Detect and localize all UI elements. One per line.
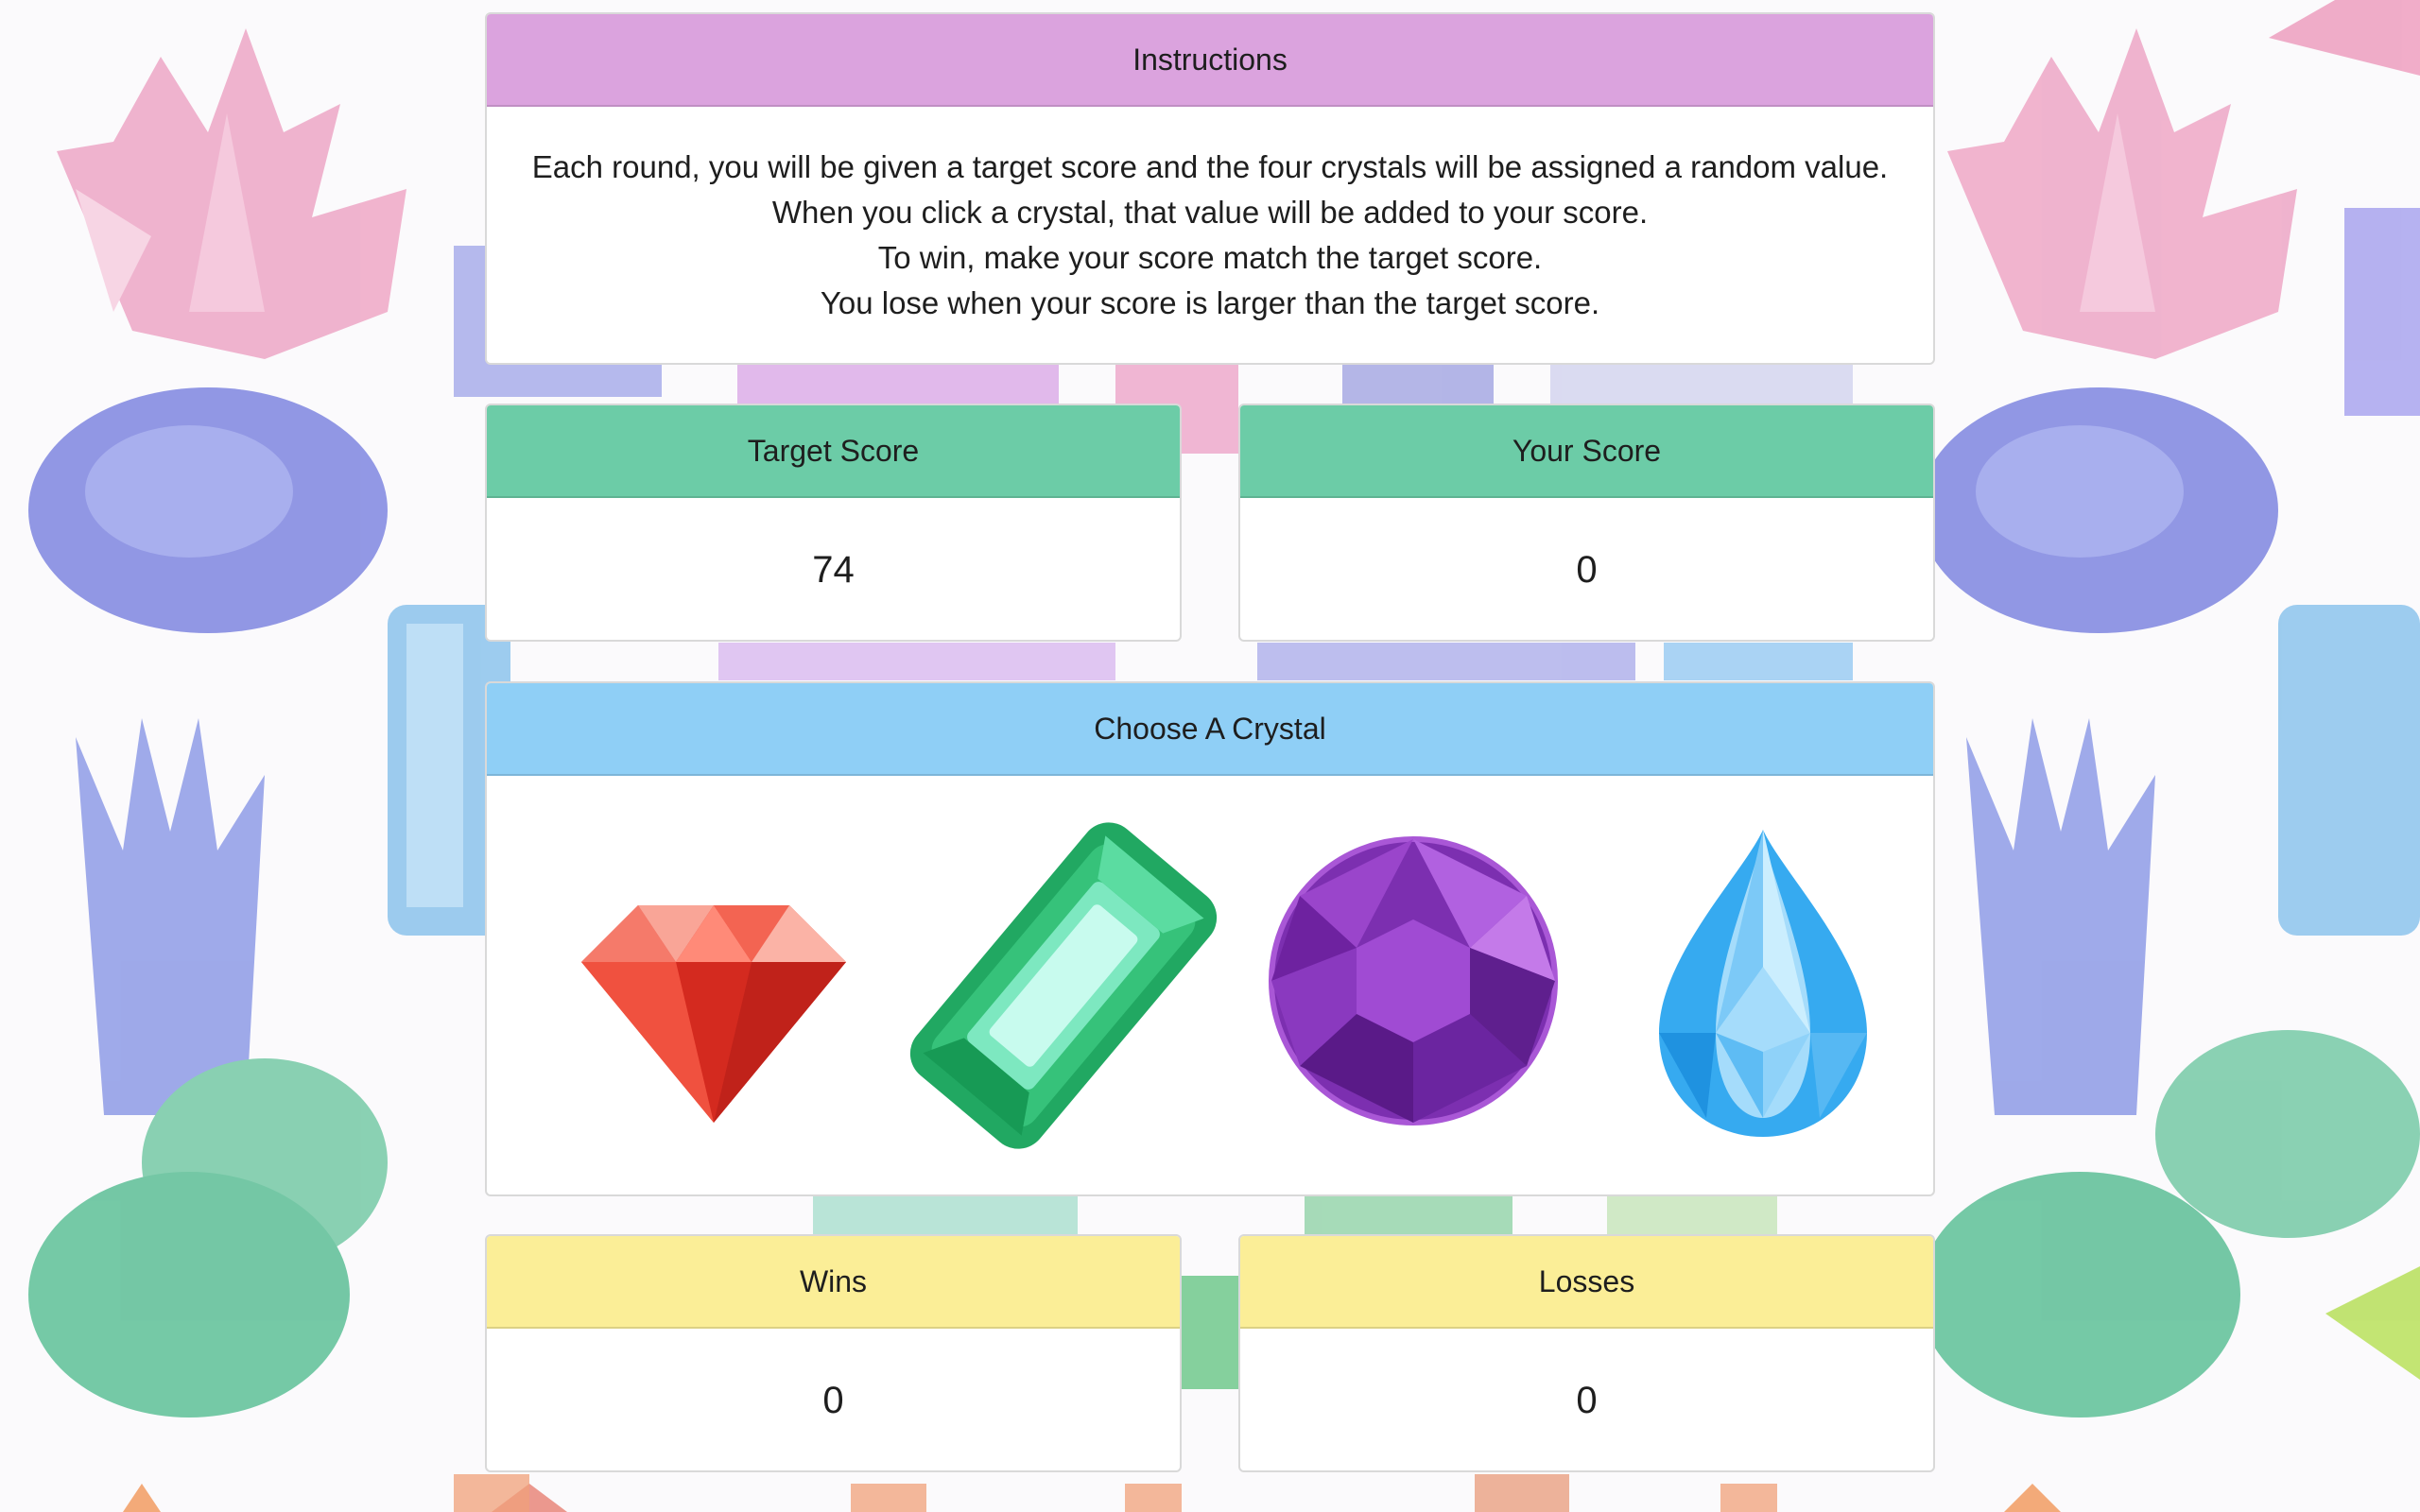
crystal-chooser-panel: Choose A Crystal [485, 681, 1935, 1196]
instructions-body: Each round, you will be given a target s… [487, 107, 1933, 363]
your-score-title: Your Score [1240, 405, 1933, 498]
instructions-title: Instructions [487, 14, 1933, 107]
wins-value: 0 [822, 1379, 844, 1421]
red-diamond-crystal-button[interactable] [544, 816, 884, 1156]
losses-panel: Losses 0 [1238, 1234, 1935, 1472]
blue-teardrop-icon [1659, 829, 1867, 1137]
your-score-panel: Your Score 0 [1238, 404, 1935, 642]
wins-title: Wins [487, 1236, 1180, 1329]
instructions-line: Each round, you will be given a target s… [531, 148, 1889, 184]
blue-teardrop-crystal-button[interactable] [1593, 816, 1933, 1156]
green-emerald-icon [909, 821, 1218, 1149]
purple-amethyst-icon [1269, 835, 1558, 1125]
target-score-panel: Target Score 74 [485, 404, 1182, 642]
red-diamond-icon [581, 904, 846, 1123]
green-emerald-crystal-button[interactable] [893, 816, 1234, 1156]
instructions-line: When you click a crystal, that value wil… [771, 194, 1649, 230]
losses-value: 0 [1576, 1379, 1598, 1421]
instructions-panel: Instructions Each round, you will be giv… [485, 12, 1935, 365]
target-score-title: Target Score [487, 405, 1180, 498]
instructions-line: You lose when your score is larger than … [820, 284, 1600, 320]
instructions-line: To win, make your score match the target… [877, 239, 1543, 275]
your-score-value: 0 [1576, 548, 1598, 591]
losses-title: Losses [1240, 1236, 1933, 1329]
crystal-list [487, 776, 1933, 1194]
crystal-chooser-title: Choose A Crystal [487, 683, 1933, 776]
purple-amethyst-crystal-button[interactable] [1243, 816, 1583, 1156]
wins-panel: Wins 0 [485, 1234, 1182, 1472]
target-score-value: 74 [812, 548, 855, 591]
